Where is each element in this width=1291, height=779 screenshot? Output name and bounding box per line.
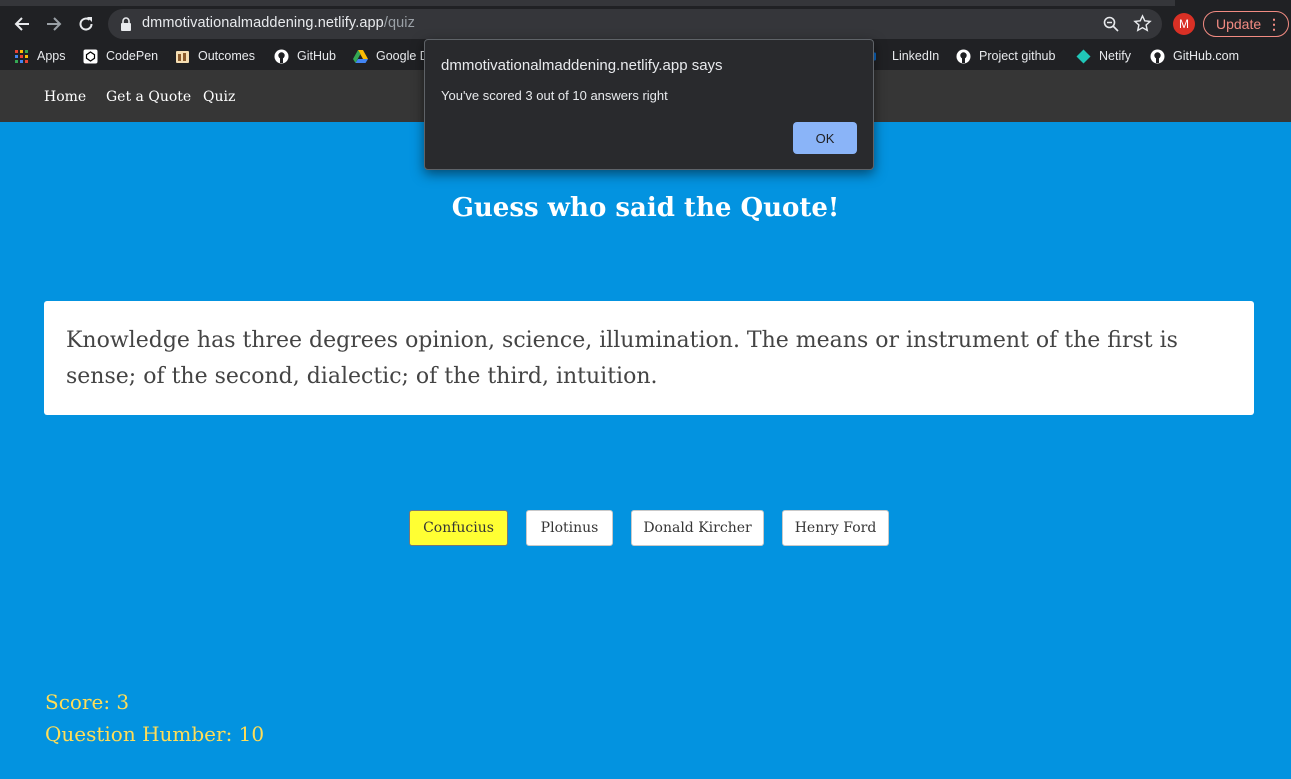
bookmark-github[interactable]: GitHub: [274, 44, 336, 68]
quote-text: Knowledge has three degrees opinion, sci…: [66, 328, 1178, 389]
tab-strip: [0, 0, 1175, 6]
nav-home-link[interactable]: Home: [44, 89, 86, 105]
lock-icon: [121, 17, 131, 31]
bookmark-label: CodePen: [106, 49, 159, 63]
dialog-title: dmmotivationalmaddening.netlify.app says: [441, 57, 723, 74]
bookmark-apps[interactable]: Apps: [14, 44, 66, 68]
url-text: dmmotivationalmaddening.netlify.app/quiz: [142, 15, 415, 31]
alert-dialog: dmmotivationalmaddening.netlify.app says…: [424, 39, 874, 170]
apps-grid-icon: [14, 49, 29, 64]
answer-button-henry-ford[interactable]: Henry Ford: [782, 510, 889, 546]
answer-options: Confucius Plotinus Donald Kircher Henry …: [0, 510, 1291, 546]
question-number-text: Question Humber: 10: [45, 722, 265, 746]
back-arrow-icon: [14, 17, 29, 31]
page-title: Guess who said the Quote!: [451, 193, 840, 223]
reload-button[interactable]: [74, 12, 98, 36]
google-drive-icon: [353, 49, 368, 64]
outcomes-icon: [175, 49, 190, 64]
bookmark-label: Google D: [376, 49, 429, 63]
back-button[interactable]: [10, 12, 34, 36]
bookmark-label: GitHub.com: [1173, 49, 1239, 63]
forward-arrow-icon: [47, 17, 62, 31]
score-text: Score: 3: [45, 690, 130, 714]
profile-avatar[interactable]: M: [1173, 13, 1195, 35]
update-button[interactable]: Update ⋮: [1203, 11, 1289, 37]
github-icon: [956, 49, 971, 64]
url-path: /quiz: [383, 15, 415, 31]
url-host: dmmotivationalmaddening.netlify.app: [142, 15, 384, 31]
bookmark-label: Project github: [979, 49, 1056, 63]
bookmark-label: LinkedIn: [892, 49, 940, 63]
github-icon: [1150, 49, 1165, 64]
answer-button-plotinus[interactable]: Plotinus: [526, 510, 613, 546]
forward-button[interactable]: [42, 12, 66, 36]
github-icon: [274, 49, 289, 64]
bookmark-codepen[interactable]: CodePen: [83, 44, 158, 68]
zoom-icon[interactable]: [1102, 15, 1120, 33]
bookmark-project-github[interactable]: Project github: [956, 44, 1055, 68]
quiz-stats: Score: 3 Question Humber: 10: [45, 686, 264, 750]
answer-button-donald-kircher[interactable]: Donald Kircher: [631, 510, 764, 546]
codepen-icon: [83, 49, 98, 64]
dialog-message: You've scored 3 out of 10 answers right: [441, 88, 668, 103]
bookmark-linkedin[interactable]: LinkedIn: [868, 44, 939, 68]
bookmark-label: Apps: [37, 49, 66, 63]
bookmark-netify[interactable]: Netify: [1076, 44, 1131, 68]
bookmark-label: Netify: [1099, 49, 1131, 63]
bookmark-google-drive[interactable]: Google D: [353, 44, 429, 68]
netlify-icon: [1076, 49, 1091, 64]
reload-icon: [79, 17, 93, 31]
dialog-ok-button[interactable]: OK: [793, 122, 857, 154]
bookmark-label: Outcomes: [198, 49, 255, 63]
nav-get-a-quote-link[interactable]: Get a Quote: [106, 89, 191, 105]
bookmark-github-com[interactable]: GitHub.com: [1150, 44, 1239, 68]
bookmark-outcomes[interactable]: Outcomes: [175, 44, 255, 68]
address-bar[interactable]: dmmotivationalmaddening.netlify.app/quiz: [108, 9, 1162, 39]
answer-button-confucius[interactable]: Confucius: [409, 510, 508, 546]
bookmark-label: GitHub: [297, 49, 336, 63]
quote-card: Knowledge has three degrees opinion, sci…: [44, 301, 1254, 415]
more-menu-icon: ⋮: [1267, 16, 1281, 32]
bookmark-star-icon[interactable]: [1133, 14, 1152, 33]
nav-quiz-link[interactable]: Quiz: [203, 89, 235, 105]
update-label: Update: [1216, 16, 1262, 32]
